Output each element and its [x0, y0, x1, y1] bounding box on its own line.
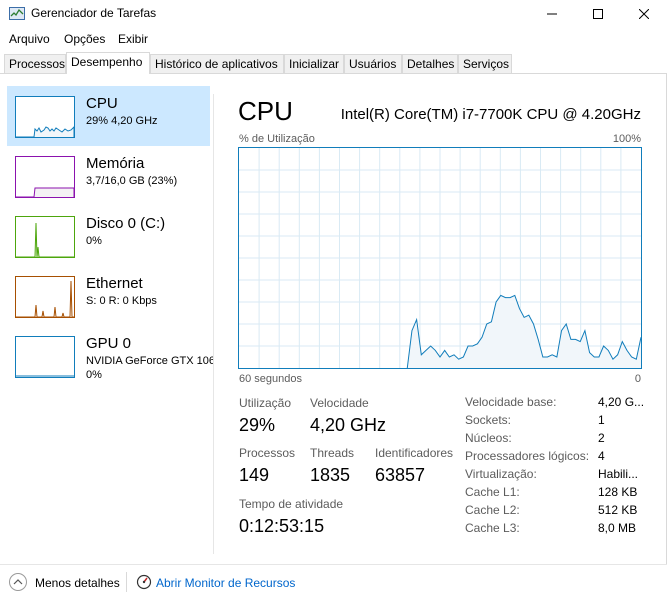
spec-label: Cache L1: — [465, 485, 520, 499]
footer-separator — [126, 572, 127, 592]
uptime-value: 0:12:53:15 — [239, 516, 325, 536]
menu-bar: Arquivo Opções Exibir — [0, 29, 667, 49]
menu-opcoes[interactable]: Opções — [64, 32, 105, 46]
tab-detalhes[interactable]: Detalhes — [402, 54, 458, 73]
tab-desempenho[interactable]: Desempenho — [66, 52, 150, 74]
spec-value: 1 — [598, 413, 605, 427]
sidebar-item-title: Ethernet — [86, 275, 143, 292]
spec-value: 2 — [598, 431, 605, 445]
sidebar-item-gpu[interactable]: GPU 0 NVIDIA GeForce GTX 1060 0% — [7, 326, 213, 386]
sidebar-item-subtitle-2: 0% — [86, 369, 102, 381]
menu-arquivo[interactable]: Arquivo — [9, 32, 50, 46]
minimize-button[interactable] — [529, 0, 575, 28]
spec-label: Processadores lógicos: — [465, 449, 590, 463]
tab-usuarios[interactable]: Usuários — [344, 54, 402, 73]
sidebar-item-title: GPU 0 — [86, 335, 132, 352]
spec-label: Núcleos: — [465, 431, 512, 445]
tab-processos[interactable]: Processos — [4, 54, 66, 73]
spec-label: Virtualização: — [465, 467, 537, 481]
spec-label: Cache L3: — [465, 521, 520, 535]
tab-inicializar[interactable]: Inicializar — [284, 54, 344, 73]
sidebar-item-ethernet[interactable]: Ethernet S: 0 R: 0 Kbps — [7, 266, 210, 326]
processes-label: Processos — [239, 446, 296, 460]
less-details-label[interactable]: Menos detalhes — [35, 576, 120, 590]
less-details-button[interactable] — [9, 573, 27, 591]
threads-value: 1835 — [310, 465, 351, 485]
utilization-label: Utilização — [239, 396, 292, 410]
handles-value: 63857 — [375, 465, 426, 485]
cpu-thumbnail-graph — [15, 96, 75, 138]
sidebar-item-subtitle: 29% 4,20 GHz — [86, 115, 158, 127]
cpu-utilization-chart — [239, 148, 642, 369]
spec-value: 4 — [598, 449, 605, 463]
tab-historico[interactable]: Histórico de aplicativos — [150, 54, 284, 73]
chevron-up-icon — [13, 579, 23, 585]
spec-value: 128 KB — [598, 485, 638, 499]
sidebar-item-cpu[interactable]: CPU 29% 4,20 GHz — [7, 86, 210, 146]
panel-divider — [213, 94, 214, 554]
task-manager-icon — [9, 7, 25, 20]
threads-label: Threads — [310, 446, 355, 460]
utilization-value: 29% — [239, 415, 276, 435]
spec-value: Habili... — [598, 467, 639, 481]
sidebar-item-memoria[interactable]: Memória 3,7/16,0 GB (23%) — [7, 146, 210, 206]
window-title: Gerenciador de Tarefas — [31, 6, 157, 20]
sidebar-item-subtitle: 0% — [86, 235, 102, 247]
close-button[interactable] — [621, 0, 667, 28]
spec-value: 4,20 G... — [598, 395, 645, 409]
page-title: CPU — [238, 96, 293, 126]
processes-value: 149 — [239, 465, 270, 485]
maximize-button[interactable] — [575, 0, 621, 28]
spec-value: 8,0 MB — [598, 521, 637, 535]
utilization-area — [407, 295, 641, 368]
handles-label: Identificadores — [375, 446, 454, 460]
spec-label: Cache L2: — [465, 503, 520, 517]
speed-label: Velocidade — [310, 396, 369, 410]
graph-x-min: 0 — [634, 373, 641, 385]
menu-exibir[interactable]: Exibir — [118, 32, 148, 46]
sidebar-item-title: Disco 0 (C:) — [86, 215, 166, 232]
graph-time-label: 60 segundos — [239, 373, 302, 385]
resource-sidebar: CPU 29% 4,20 GHz Memória 3,7/16,0 GB (23… — [0, 74, 213, 564]
sidebar-item-subtitle: 3,7/16,0 GB (23%) — [86, 175, 178, 187]
sidebar-item-subtitle: NVIDIA GeForce GTX 1060 — [86, 355, 213, 367]
ethernet-thumbnail-graph — [15, 276, 75, 318]
open-resource-monitor-link[interactable]: Abrir Monitor de Recursos — [156, 576, 295, 590]
memory-thumbnail-graph — [15, 156, 75, 198]
tab-servicos[interactable]: Serviços — [458, 54, 512, 73]
speed-value: 4,20 GHz — [310, 415, 387, 435]
spec-label: Sockets: — [465, 413, 512, 427]
title-bar: Gerenciador de Tarefas — [0, 0, 667, 28]
sidebar-item-disco[interactable]: Disco 0 (C:) 0% — [7, 206, 210, 266]
sidebar-item-title: Memória — [86, 155, 145, 172]
gpu-thumbnail-graph — [15, 336, 75, 378]
disk-thumbnail-graph — [15, 216, 75, 258]
spec-value: 512 KB — [598, 503, 638, 517]
spec-label: Velocidade base: — [465, 395, 557, 409]
cpu-utilization-graph — [238, 147, 642, 369]
cpu-model-name: Intel(R) Core(TM) i7-7700K CPU @ 4.20GHz — [340, 106, 641, 123]
graph-y-label: % de Utilização — [239, 133, 315, 145]
uptime-label: Tempo de atividade — [239, 497, 344, 511]
graph-y-max: 100% — [612, 133, 641, 145]
sidebar-item-subtitle: S: 0 R: 0 Kbps — [86, 295, 157, 307]
sidebar-item-title: CPU — [86, 95, 118, 112]
resource-monitor-icon[interactable] — [136, 574, 152, 590]
